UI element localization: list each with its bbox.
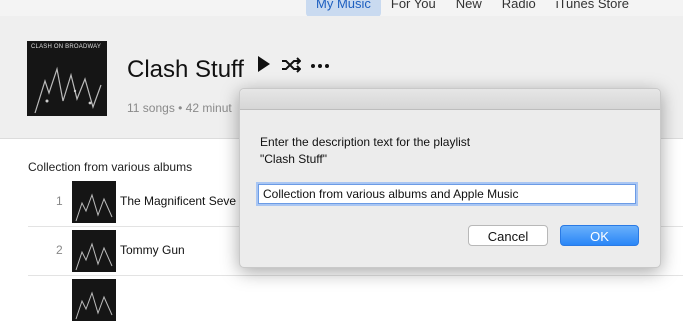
track-number: 1 xyxy=(56,194,63,208)
top-nav: My Music For You New Radio iTunes Store xyxy=(306,0,639,16)
track-title: The Magnificent Seve xyxy=(120,194,237,208)
dialog-prompt-line1: Enter the description text for the playl… xyxy=(260,135,471,149)
edit-description-dialog: Enter the description text for the playl… xyxy=(239,88,661,268)
track-artwork xyxy=(72,230,116,272)
playlist-meta: 11 songs • 42 minut xyxy=(127,101,232,115)
track-row[interactable] xyxy=(28,275,683,324)
track-title: Tommy Gun xyxy=(120,243,185,257)
tab-new[interactable]: New xyxy=(446,0,492,16)
tab-radio[interactable]: Radio xyxy=(492,0,546,16)
tab-for-you[interactable]: For You xyxy=(381,0,446,16)
dialog-prompt-line2: "Clash Stuff" xyxy=(260,152,327,166)
ok-button[interactable]: OK xyxy=(560,225,639,246)
tab-itunes-store[interactable]: iTunes Store xyxy=(546,0,639,16)
playlist-title: Clash Stuff xyxy=(127,56,244,83)
tab-my-music[interactable]: My Music xyxy=(306,0,381,16)
more-icon[interactable] xyxy=(310,57,330,78)
cover-caption: CLASH ON BROADWAY xyxy=(31,44,102,50)
dialog-prompt: Enter the description text for the playl… xyxy=(260,134,470,168)
track-artwork xyxy=(72,279,116,321)
playlist-description[interactable]: Collection from various albums xyxy=(28,160,192,174)
shuffle-icon[interactable] xyxy=(281,57,302,78)
playlist-cover[interactable]: CLASH ON BROADWAY xyxy=(27,41,107,116)
cover-art xyxy=(27,41,107,116)
description-input[interactable] xyxy=(258,184,636,204)
track-artwork xyxy=(72,181,116,223)
play-icon[interactable] xyxy=(256,54,272,79)
cancel-button[interactable]: Cancel xyxy=(468,225,548,246)
track-number: 2 xyxy=(56,243,63,257)
top-navigation-bar: My Music For You New Radio iTunes Store xyxy=(0,0,683,16)
dialog-titlebar[interactable] xyxy=(240,89,660,110)
